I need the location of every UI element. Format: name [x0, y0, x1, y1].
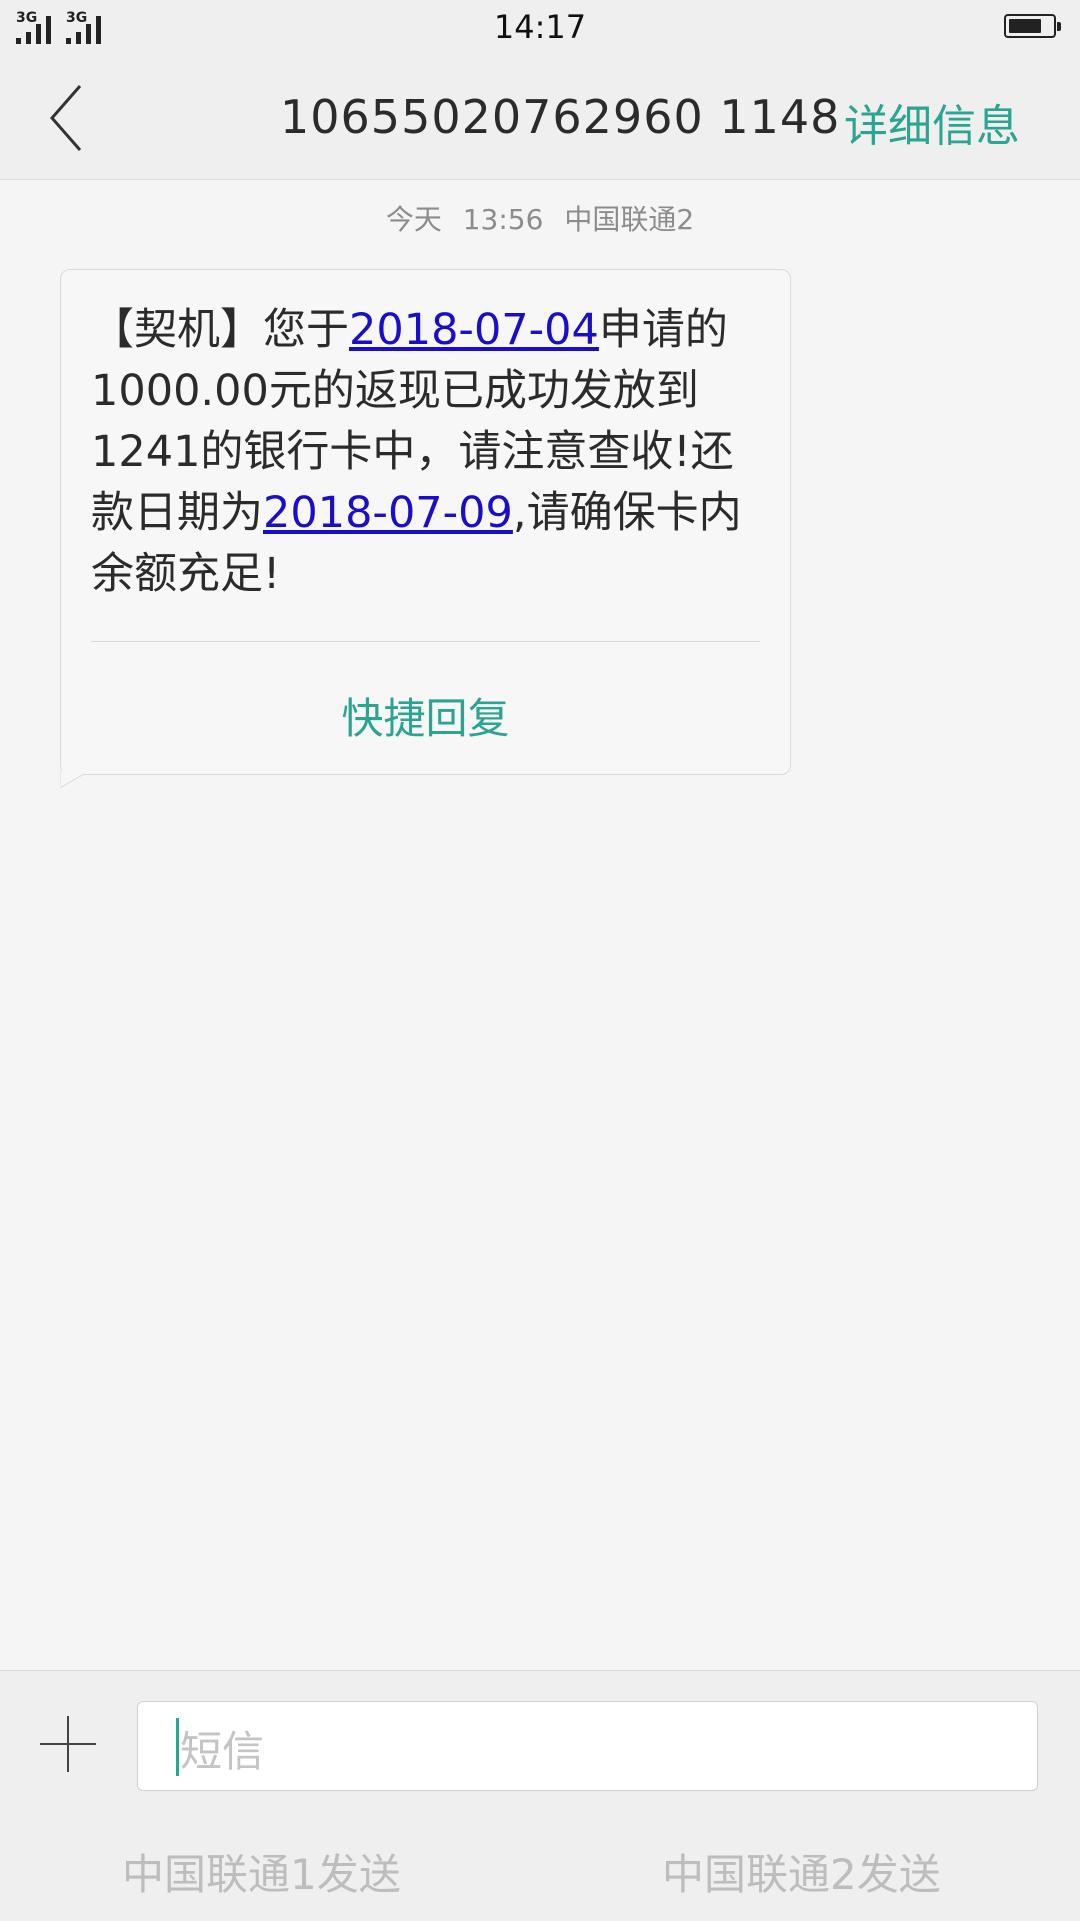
battery-icon [1004, 14, 1061, 38]
sms-input[interactable]: 短信 [137, 1701, 1038, 1791]
send-sim2-button[interactable]: 中国联通2发送 [662, 1841, 941, 1902]
quick-reply-button[interactable]: 快捷回复 [61, 685, 790, 746]
timestamp-time: 13:56 [462, 203, 544, 236]
status-bar: 3G 3G 14:17 [0, 0, 1080, 56]
message-text-part1: 【契机】您于 [91, 305, 349, 355]
message-bubble[interactable]: 【契机】您于2018-07-04申请的1000.00元的返现已成功发放到1241… [60, 269, 791, 775]
conversation-header: 10655020762960 1148 详细信息 [0, 56, 1080, 180]
bubble-divider [91, 641, 760, 642]
date-link-2[interactable]: 2018-07-09 [263, 488, 513, 538]
bubble-tail [60, 770, 84, 788]
contact-number: 10655020762960 1148 [280, 90, 841, 144]
back-button[interactable] [40, 78, 100, 158]
details-button[interactable]: 详细信息 [844, 90, 1020, 154]
timestamp-sim: 中国联通2 [564, 203, 695, 236]
date-link-1[interactable]: 2018-07-04 [349, 305, 599, 355]
composer-bar: 短信 中国联通1发送 中国联通2发送 [0, 1670, 1080, 1921]
message-timestamp: 今天 13:56 中国联通2 [0, 198, 1080, 238]
timestamp-day: 今天 [385, 203, 442, 236]
sms-input-placeholder: 短信 [180, 1727, 265, 1776]
text-cursor [176, 1718, 179, 1776]
chevron-left-icon [50, 85, 82, 151]
message-text: 【契机】您于2018-07-04申请的1000.00元的返现已成功发放到1241… [91, 300, 771, 605]
send-sim1-button[interactable]: 中国联通1发送 [122, 1841, 401, 1902]
add-attachment-button[interactable] [40, 1716, 96, 1772]
status-clock: 14:17 [493, 8, 587, 46]
